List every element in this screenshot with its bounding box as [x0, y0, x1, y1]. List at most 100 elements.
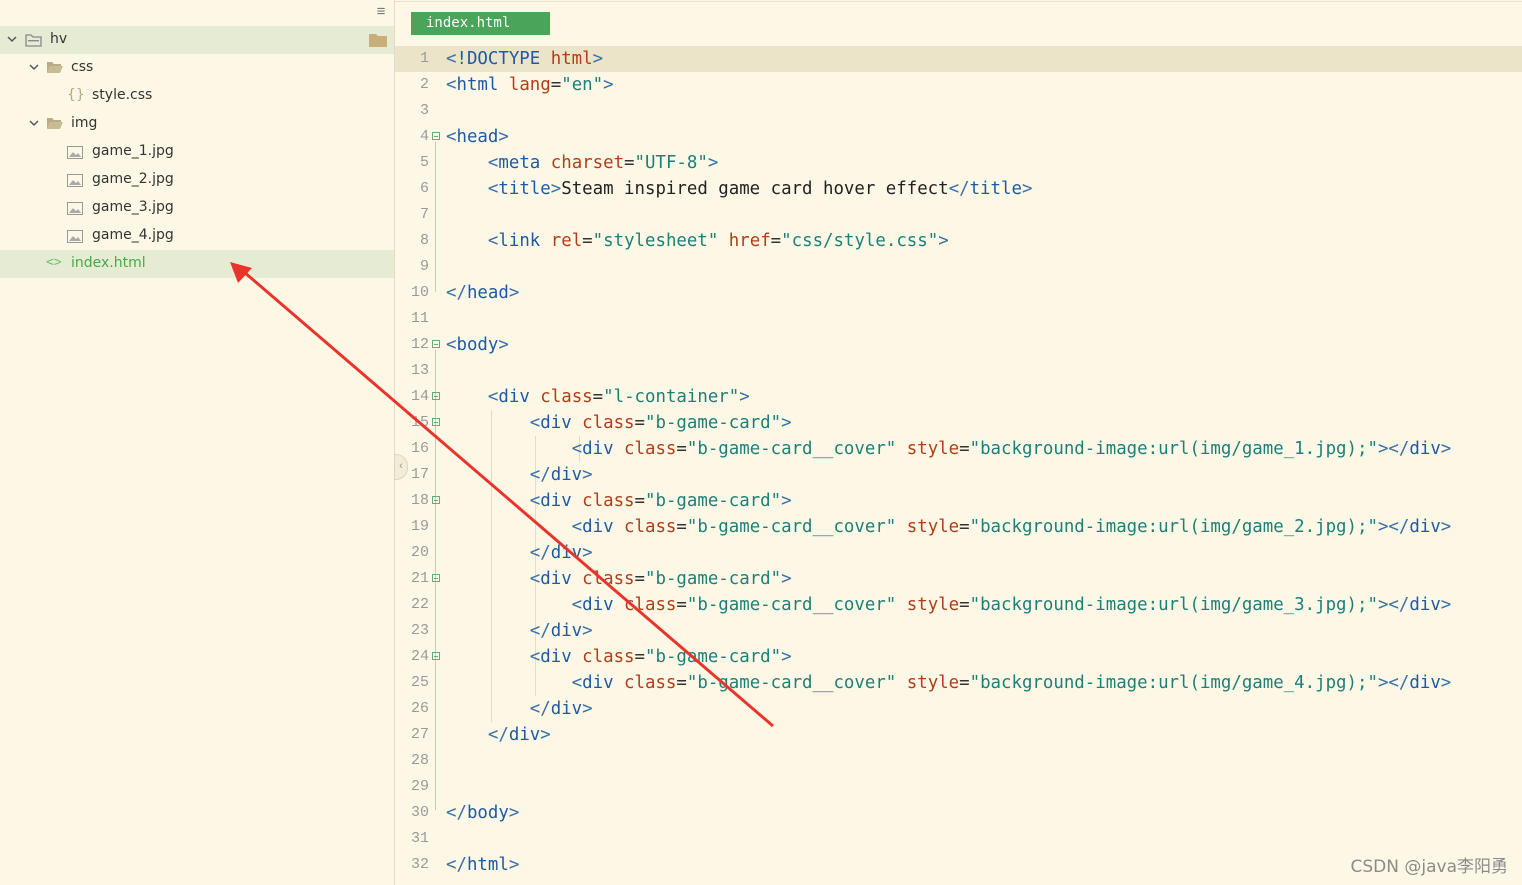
fold-toggle-icon[interactable] — [432, 340, 440, 348]
code-text: <div class="b-game-card"> — [446, 488, 792, 514]
css-file-icon: {} — [67, 87, 85, 103]
fold-toggle-icon[interactable] — [432, 418, 440, 426]
line-number: 32 — [410, 856, 429, 873]
code-line[interactable]: 22 <div class="b-game-card__cover" style… — [395, 592, 1522, 618]
line-number: 20 — [410, 544, 429, 561]
code-line[interactable]: 2 <html lang="en"> — [395, 72, 1522, 98]
tree-item-file-game-4[interactable]: game_4.jpg — [0, 222, 394, 250]
fold-toggle-icon[interactable] — [432, 574, 440, 582]
code-line[interactable]: 14 <div class="l-container"> — [395, 384, 1522, 410]
code-line[interactable]: 20 </div> — [395, 540, 1522, 566]
code-token: > — [550, 179, 562, 199]
chevron-down-icon[interactable] — [7, 33, 17, 47]
code-token: lang — [508, 75, 551, 95]
tree-item-file-game-3[interactable]: game_3.jpg — [0, 194, 394, 222]
code-token: class — [582, 413, 635, 433]
code-token: > — [582, 465, 593, 485]
code-token: div — [582, 595, 614, 615]
code-line[interactable]: 4 <head> — [395, 124, 1522, 150]
code-line[interactable]: 10 </head> — [395, 280, 1522, 306]
code-token: < — [529, 413, 541, 433]
menu-icon[interactable]: ≡ — [374, 2, 388, 22]
project-folder-icon — [25, 32, 42, 51]
code-token: div — [1409, 595, 1441, 615]
code-line[interactable]: 17 </div> — [395, 462, 1522, 488]
code-token: div — [508, 725, 541, 745]
code-token: div — [582, 439, 614, 459]
code-token: div — [550, 465, 583, 485]
chevron-down-icon[interactable] — [29, 117, 39, 131]
line-number: 13 — [410, 362, 429, 379]
code-line[interactable]: 19 <div class="b-game-card__cover" style… — [395, 514, 1522, 540]
code-line[interactable]: 28 — [395, 748, 1522, 774]
code-token: = — [676, 517, 687, 537]
code-line[interactable]: 26 </div> — [395, 696, 1522, 722]
code-line[interactable]: 6 <title>Steam inspired game card hover … — [395, 176, 1522, 202]
code-line[interactable]: 9 — [395, 254, 1522, 280]
code-line[interactable]: 1 <!DOCTYPE html> — [395, 46, 1522, 72]
line-number: 22 — [410, 596, 429, 613]
line-number: 18 — [410, 492, 429, 509]
fold-toggle-icon[interactable] — [432, 392, 440, 400]
code-token: "background-image:url(img/game_3.jpg);" — [969, 595, 1378, 615]
code-line[interactable]: 18 <div class="b-game-card"> — [395, 488, 1522, 514]
code-line[interactable]: 13 — [395, 358, 1522, 384]
tree-item-folder-css[interactable]: css — [0, 54, 394, 82]
code-line[interactable]: 3 — [395, 98, 1522, 124]
code-token: = — [959, 517, 970, 537]
code-token: > — [781, 647, 792, 667]
code-token: = — [634, 647, 645, 667]
code-token: div — [540, 569, 572, 589]
fold-toggle-icon[interactable] — [432, 652, 440, 660]
code-line[interactable]: 24 <div class="b-game-card"> — [395, 644, 1522, 670]
code-line[interactable]: 15 <div class="b-game-card"> — [395, 410, 1522, 436]
code-line[interactable]: 30 </body> — [395, 800, 1522, 826]
code-token: class — [540, 387, 593, 407]
code-token: "background-image:url(img/game_4.jpg);" — [969, 673, 1378, 693]
line-number: 2 — [419, 76, 429, 93]
code-line[interactable]: 5 <meta charset="UTF-8"> — [395, 150, 1522, 176]
tree-item-folder-img[interactable]: img — [0, 110, 394, 138]
code-token: </ — [948, 179, 970, 199]
code-editor[interactable]: 1 <!DOCTYPE html> 2 <html lang="en"> 3 4 <head… — [395, 46, 1522, 885]
code-token: class — [582, 491, 635, 511]
folder-open-icon — [46, 116, 64, 135]
tab-bar-border — [395, 1, 1522, 2]
code-line[interactable]: 29 — [395, 774, 1522, 800]
code-token: div — [1409, 517, 1441, 537]
line-number: 16 — [410, 440, 429, 457]
code-line[interactable]: 25 <div class="b-game-card__cover" style… — [395, 670, 1522, 696]
project-explorer: ≡ hv css {} style.css img game_1.jpg gam… — [0, 0, 395, 885]
chevron-down-icon[interactable] — [29, 61, 39, 75]
folder-icon[interactable] — [368, 32, 388, 52]
fold-toggle-icon[interactable] — [432, 132, 440, 140]
code-token: div — [550, 699, 583, 719]
code-token: class — [624, 673, 677, 693]
line-number: 19 — [410, 518, 429, 535]
line-number: 30 — [410, 804, 429, 821]
fold-toggle-icon[interactable] — [432, 496, 440, 504]
code-line[interactable]: 31 — [395, 826, 1522, 852]
code-line[interactable]: 16 <div class="b-game-card__cover" style… — [395, 436, 1522, 462]
code-line[interactable]: 7 — [395, 202, 1522, 228]
code-line[interactable]: 27 </div> — [395, 722, 1522, 748]
tree-item-file-game-1[interactable]: game_1.jpg — [0, 138, 394, 166]
code-line[interactable]: 8 <link rel="stylesheet" href="css/style… — [395, 228, 1522, 254]
code-line[interactable]: 11 — [395, 306, 1522, 332]
tree-item-file-index-html[interactable]: <> index.html — [0, 250, 394, 278]
code-text: </div> — [446, 462, 593, 488]
tree-item-file-game-2[interactable]: game_2.jpg — [0, 166, 394, 194]
tab-index-html[interactable]: index.html — [411, 12, 550, 35]
code-token: div — [540, 647, 572, 667]
code-line[interactable]: 21 <div class="b-game-card"> — [395, 566, 1522, 592]
code-line[interactable]: 12 <body> — [395, 332, 1522, 358]
code-token: style — [906, 439, 960, 459]
tree-item-file-style-css[interactable]: {} style.css — [0, 82, 394, 110]
code-token: > — [508, 283, 520, 303]
code-text: <link rel="stylesheet" href="css/style.c… — [446, 228, 949, 254]
tree-item-project[interactable]: hv — [0, 26, 394, 54]
code-line[interactable]: 23 </div> — [395, 618, 1522, 644]
